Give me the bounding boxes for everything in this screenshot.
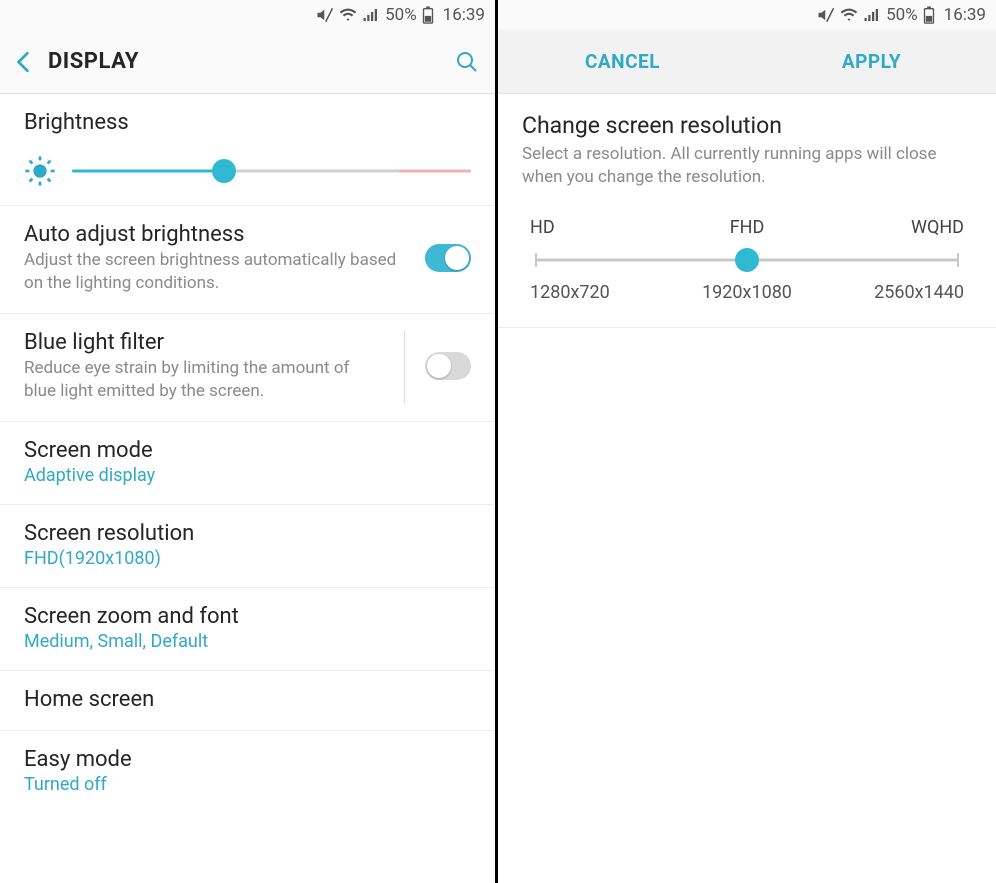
screen-resolution-title: Screen resolution [24,521,471,546]
easy-mode-value: Turned off [24,774,471,795]
resolution-slider[interactable] [536,246,958,274]
auto-adjust-title: Auto adjust brightness [24,222,411,247]
status-time: 16:39 [443,5,485,25]
battery-pct: 50% [886,5,918,25]
resolution-title: Change screen resolution [522,112,972,139]
screen-resolution-row[interactable]: Screen resolution FHD(1920x1080) [0,505,495,588]
res-value-fhd: 1920x1080 [675,282,818,303]
res-value-wqhd: 2560x1440 [821,282,964,303]
display-settings-screen: 50% 16:39 DISPLAY Brightness [0,0,498,883]
res-label-wqhd: WQHD [821,217,964,238]
screen-zoom-row[interactable]: Screen zoom and font Medium, Small, Defa… [0,588,495,671]
cancel-button[interactable]: CANCEL [498,50,747,73]
battery-icon [422,6,434,24]
res-label-hd: HD [530,217,673,238]
blue-light-desc: Reduce eye strain by limiting the amount… [24,357,380,403]
search-icon[interactable] [455,50,479,74]
res-label-fhd: FHD [675,217,818,238]
resolution-header: Change screen resolution Select a resolu… [498,94,996,199]
home-screen-row[interactable]: Home screen [0,671,495,731]
page-title: DISPLAY [48,49,455,74]
mute-icon [316,6,334,24]
screen-mode-title: Screen mode [24,438,471,463]
auto-adjust-brightness-row[interactable]: Auto adjust brightness Adjust the screen… [0,206,495,314]
signal-icon [863,6,881,24]
apply-button[interactable]: APPLY [747,50,996,73]
easy-mode-row[interactable]: Easy mode Turned off [0,731,495,813]
res-value-hd: 1280x720 [530,282,673,303]
screen-zoom-value: Medium, Small, Default [24,631,471,652]
resolution-values: 1280x720 1920x1080 2560x1440 [530,282,964,303]
divider [404,330,405,403]
action-bar: CANCEL APPLY [498,30,996,94]
brightness-slider[interactable] [72,159,471,183]
resolution-labels: HD FHD WQHD [530,217,964,238]
screen-zoom-title: Screen zoom and font [24,604,471,629]
brightness-label: Brightness [24,110,471,135]
wifi-icon [339,6,357,24]
mute-icon [817,6,835,24]
resolution-picker-screen: 50% 16:39 CANCEL APPLY Change screen res… [498,0,996,883]
screen-mode-value: Adaptive display [24,465,471,486]
auto-adjust-desc: Adjust the screen brightness automatical… [24,249,411,295]
wifi-icon [840,6,858,24]
blue-light-filter-row[interactable]: Blue light filter Reduce eye strain by l… [0,314,495,422]
screen-resolution-value: FHD(1920x1080) [24,548,471,569]
back-icon[interactable] [16,51,30,73]
blue-light-title: Blue light filter [24,330,380,355]
resolution-desc: Select a resolution. All currently runni… [522,143,972,189]
auto-adjust-toggle[interactable] [425,244,471,272]
status-bar: 50% 16:39 [498,0,996,30]
signal-icon [362,6,380,24]
status-time: 16:39 [944,5,986,25]
screen-mode-row[interactable]: Screen mode Adaptive display [0,422,495,505]
battery-pct: 50% [385,5,417,25]
brightness-icon [24,155,56,187]
brightness-section: Brightness [0,94,495,206]
app-bar: DISPLAY [0,30,495,94]
easy-mode-title: Easy mode [24,747,471,772]
resolution-slider-section: HD FHD WQHD 1280x720 1920x1080 2560x1440 [498,199,996,328]
home-screen-title: Home screen [24,687,471,712]
blue-light-toggle[interactable] [425,352,471,380]
battery-icon [923,6,935,24]
settings-list[interactable]: Brightness Auto adjust brightness Adjust… [0,94,495,883]
status-bar: 50% 16:39 [0,0,495,30]
